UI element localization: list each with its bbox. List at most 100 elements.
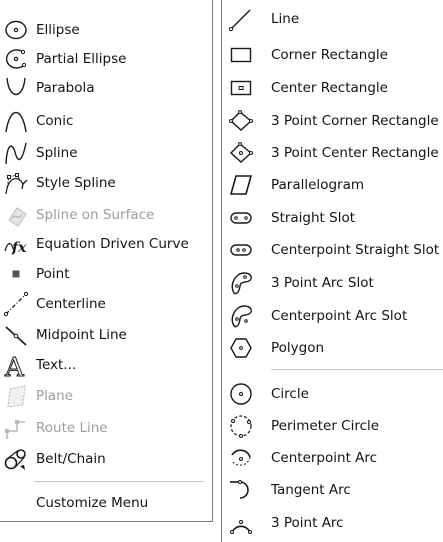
svg-text:fx: fx bbox=[11, 240, 27, 256]
menu-item-belt-chain[interactable]: Belt/Chain bbox=[0, 444, 212, 474]
straight-slot-icon bbox=[228, 205, 254, 231]
menu-item-plane: Plane bbox=[0, 381, 212, 411]
centerpoint-arc-icon bbox=[228, 445, 254, 471]
style-spline-icon bbox=[3, 170, 29, 196]
belt-chain-icon bbox=[3, 446, 29, 472]
equation-driven-curve-icon: fx bbox=[3, 231, 29, 257]
menu-item-line[interactable]: Line bbox=[222, 4, 443, 34]
menu-item-label: 3 Point Arc bbox=[271, 515, 344, 531]
menu-item-text[interactable]: A Text... bbox=[0, 350, 212, 380]
parabola-icon bbox=[3, 75, 29, 101]
menu-item-centerpoint-arc-slot[interactable]: Centerpoint Arc Slot bbox=[222, 301, 443, 331]
route-line-icon bbox=[3, 415, 29, 441]
menu-item-label: Centerpoint Arc bbox=[271, 450, 378, 466]
perimeter-circle-icon bbox=[228, 413, 254, 439]
3-point-corner-rectangle-icon bbox=[228, 108, 254, 134]
menu-item-label: Tangent Arc bbox=[271, 482, 351, 498]
sketch-entities-menu-left: Ellipse Partial Ellipse Parabola Conic Splin… bbox=[0, 0, 213, 522]
menu-item-label: Centerpoint Straight Slot bbox=[271, 242, 440, 258]
menu-item-3-point-arc-slot[interactable]: 3 Point Arc Slot bbox=[222, 268, 443, 298]
menu-item-label: Route Line bbox=[36, 420, 108, 436]
circle-icon bbox=[228, 381, 254, 407]
menu-item-label: Center Rectangle bbox=[271, 80, 388, 96]
menu-item-label: Plane bbox=[36, 388, 74, 404]
menu-item-label: Circle bbox=[271, 386, 309, 402]
menu-item-label: Perimeter Circle bbox=[271, 418, 380, 434]
conic-icon bbox=[3, 108, 29, 134]
menu-item-centerpoint-straight-slot[interactable]: Centerpoint Straight Slot bbox=[222, 235, 443, 265]
menu-item-midpoint-line[interactable]: Midpoint Line bbox=[0, 320, 212, 350]
menu-item-label: Equation Driven Curve bbox=[36, 236, 189, 252]
spline-icon bbox=[3, 140, 29, 166]
menu-item-label: Spline bbox=[36, 145, 78, 161]
menu-item-circle[interactable]: Circle bbox=[222, 379, 443, 409]
menu-item-straight-slot[interactable]: Straight Slot bbox=[222, 203, 443, 233]
menu-item-label: Point bbox=[36, 266, 70, 282]
menu-item-label: Text... bbox=[36, 357, 77, 373]
menu-item-perimeter-circle[interactable]: Perimeter Circle bbox=[222, 411, 443, 441]
menu-item-ellipse[interactable]: Ellipse bbox=[0, 15, 212, 45]
menu-item-center-rectangle[interactable]: Center Rectangle bbox=[222, 73, 443, 103]
menu-item-label: Conic bbox=[36, 113, 74, 129]
menu-item-polygon[interactable]: Polygon bbox=[222, 333, 443, 363]
menu-item-label: Partial Ellipse bbox=[36, 51, 127, 67]
menu-separator bbox=[271, 369, 443, 370]
menu-item-label: Parallelogram bbox=[271, 177, 364, 193]
point-icon bbox=[3, 261, 29, 287]
menu-separator bbox=[34, 481, 204, 482]
menu-item-tangent-arc[interactable]: Tangent Arc bbox=[222, 475, 443, 505]
midpoint-line-icon bbox=[3, 322, 29, 348]
line-icon bbox=[228, 6, 254, 32]
3-point-arc-slot-icon bbox=[228, 270, 254, 296]
spline-on-surface-icon bbox=[3, 202, 29, 228]
menu-item-style-spline[interactable]: Style Spline bbox=[0, 168, 212, 198]
menu-item-3-point-corner-rectangle[interactable]: 3 Point Corner Rectangle bbox=[222, 106, 443, 136]
centerpoint-arc-slot-icon bbox=[228, 303, 254, 329]
3-point-arc-icon bbox=[228, 510, 254, 536]
corner-rectangle-icon bbox=[228, 42, 254, 68]
tangent-arc-icon bbox=[228, 477, 254, 503]
partial-ellipse-icon bbox=[3, 46, 29, 72]
menu-item-equation-driven-curve[interactable]: fx Equation Driven Curve bbox=[0, 229, 212, 259]
svg-text:A: A bbox=[4, 353, 25, 378]
center-rectangle-icon bbox=[228, 75, 254, 101]
menu-item-label: Style Spline bbox=[36, 175, 116, 191]
menu-item-centerline[interactable]: Centerline bbox=[0, 289, 212, 319]
menu-item-route-line: Route Line bbox=[0, 413, 212, 443]
menu-item-label: Straight Slot bbox=[271, 210, 356, 226]
parallelogram-icon bbox=[228, 172, 254, 198]
menu-item-label: Line bbox=[271, 11, 300, 27]
menu-item-label: Centerpoint Arc Slot bbox=[271, 308, 408, 324]
menu-item-label: 3 Point Corner Rectangle bbox=[271, 113, 439, 129]
menu-item-label: 3 Point Arc Slot bbox=[271, 275, 374, 291]
menu-item-partial-ellipse[interactable]: Partial Ellipse bbox=[0, 44, 212, 74]
sketch-entities-menu-right: Line Corner Rectangle Center Rectangle 3 Po… bbox=[221, 0, 443, 542]
menu-item-label: Belt/Chain bbox=[36, 451, 106, 467]
menu-item-centerpoint-arc[interactable]: Centerpoint Arc bbox=[222, 443, 443, 473]
menu-item-label: 3 Point Center Rectangle bbox=[271, 145, 439, 161]
menu-item-conic[interactable]: Conic bbox=[0, 106, 212, 136]
customize-menu-label: Customize Menu bbox=[36, 495, 149, 511]
menu-item-label: Parabola bbox=[36, 80, 95, 96]
centerline-icon bbox=[3, 291, 29, 317]
menu-item-parallelogram[interactable]: Parallelogram bbox=[222, 170, 443, 200]
menu-item-parabola[interactable]: Parabola bbox=[0, 73, 212, 103]
polygon-icon bbox=[228, 335, 254, 361]
menu-item-corner-rectangle[interactable]: Corner Rectangle bbox=[222, 40, 443, 70]
menu-item-label: Centerline bbox=[36, 296, 106, 312]
menu-item-label: Corner Rectangle bbox=[271, 47, 388, 63]
text-icon: A bbox=[3, 352, 29, 379]
ellipse-icon bbox=[3, 17, 29, 43]
centerpoint-straight-slot-icon bbox=[228, 237, 254, 263]
menu-item-label: Polygon bbox=[271, 340, 325, 356]
3-point-center-rectangle-icon bbox=[228, 140, 254, 166]
menu-item-label: Ellipse bbox=[36, 22, 80, 38]
menu-item-3-point-arc[interactable]: 3 Point Arc bbox=[222, 508, 443, 538]
menu-item-point[interactable]: Point bbox=[0, 259, 212, 289]
plane-icon bbox=[3, 383, 29, 409]
menu-item-label: Midpoint Line bbox=[36, 327, 127, 343]
menu-item-spline[interactable]: Spline bbox=[0, 138, 212, 168]
menu-item-3-point-center-rectangle[interactable]: 3 Point Center Rectangle bbox=[222, 138, 443, 168]
customize-menu-item[interactable]: Customize Menu bbox=[0, 488, 212, 518]
menu-item-spline-on-surface: Spline on Surface bbox=[0, 200, 212, 230]
